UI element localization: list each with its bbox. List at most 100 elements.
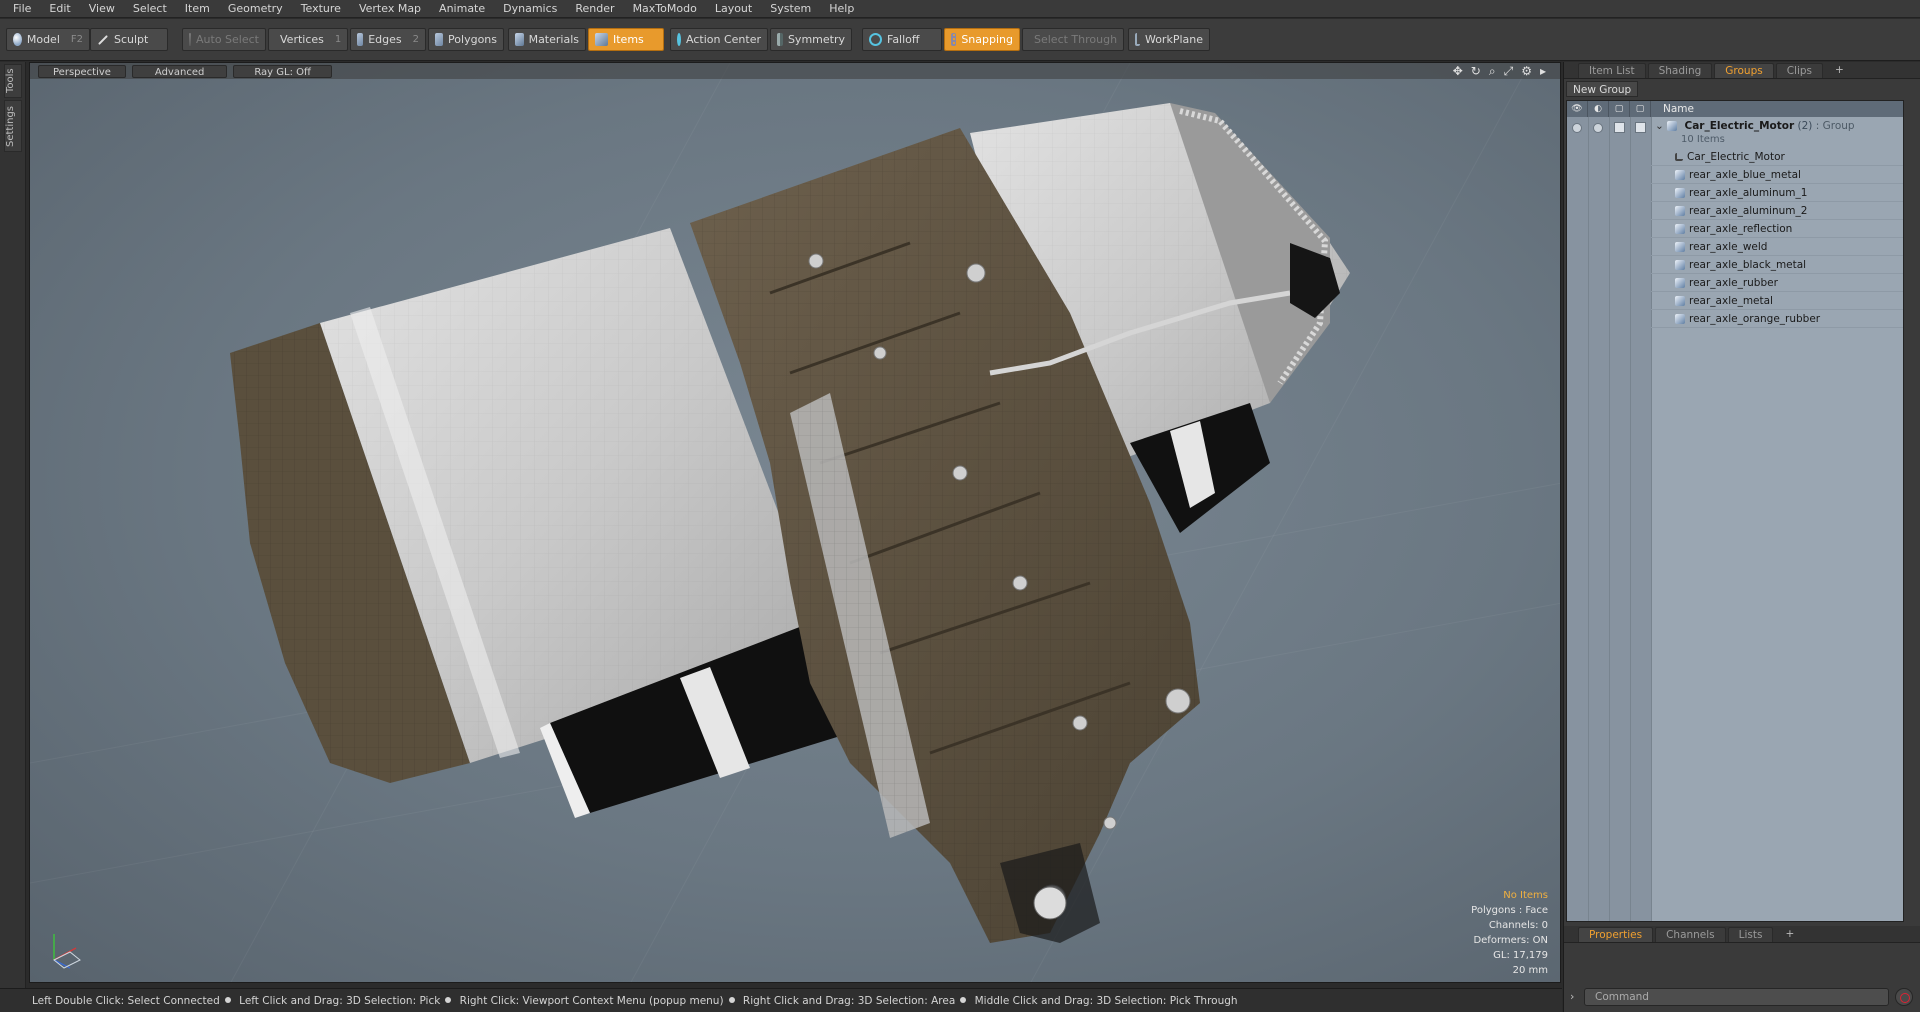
- list-item[interactable]: rear_axle_metal: [1651, 292, 1903, 310]
- menu-texture[interactable]: Texture: [292, 0, 350, 18]
- collapse-arrow-icon[interactable]: ⌄: [1651, 120, 1664, 132]
- item-label: rear_axle_blue_metal: [1689, 169, 1801, 181]
- eye-toggle-icon[interactable]: [1572, 123, 1582, 133]
- pan-icon[interactable]: ✥: [1453, 64, 1463, 79]
- rotate-icon[interactable]: ↻: [1471, 64, 1481, 79]
- action-center-button[interactable]: Action Center: [670, 28, 768, 51]
- edges-button[interactable]: Edges 2: [350, 28, 426, 51]
- add-tab-icon[interactable]: +: [1825, 63, 1854, 78]
- workplane-button[interactable]: WorkPlane: [1128, 28, 1210, 51]
- auto-select-button[interactable]: Auto Select: [182, 28, 266, 51]
- menu-select[interactable]: Select: [124, 0, 176, 18]
- add-tab-icon[interactable]: +: [1775, 927, 1804, 942]
- falloff-button[interactable]: Falloff: [862, 28, 942, 51]
- gear-icon[interactable]: ⚙: [1521, 64, 1532, 79]
- new-group-button[interactable]: New Group: [1566, 81, 1639, 97]
- zoom-icon[interactable]: ⌕: [1489, 64, 1496, 79]
- snapping-button[interactable]: Snapping: [944, 28, 1020, 51]
- symmetry-icon: [777, 33, 783, 46]
- list-item[interactable]: rear_axle_blue_metal: [1651, 166, 1903, 184]
- tools-tab[interactable]: Tools: [4, 64, 22, 98]
- tab-item-list[interactable]: Item List: [1578, 63, 1646, 78]
- select-checkbox[interactable]: [1635, 122, 1646, 133]
- settings-tab[interactable]: Settings: [4, 100, 22, 152]
- material-icon: [1675, 260, 1685, 270]
- symmetry-button[interactable]: Symmetry: [770, 28, 852, 51]
- vertices-shortcut: 1: [334, 34, 342, 45]
- edges-icon: [357, 33, 364, 46]
- vertices-button[interactable]: Vertices 1: [268, 28, 348, 51]
- auto-select-label: Auto Select: [196, 33, 259, 46]
- items-button[interactable]: Items: [588, 28, 664, 51]
- play-arrow-icon[interactable]: ▸: [1540, 64, 1546, 79]
- menu-layout[interactable]: Layout: [706, 0, 761, 18]
- lock-column-icon[interactable]: ▢: [1609, 101, 1630, 117]
- sculpt-mode-button[interactable]: Sculpt: [90, 28, 168, 51]
- tab-properties[interactable]: Properties: [1578, 927, 1654, 942]
- material-icon: [1675, 188, 1685, 198]
- tab-lists[interactable]: Lists: [1727, 927, 1774, 942]
- hint-pick: Left Click and Drag: 3D Selection: Pick: [239, 995, 441, 1007]
- command-history-button[interactable]: [1895, 988, 1913, 1006]
- model-mode-button[interactable]: Model F2: [6, 28, 90, 51]
- select-column-icon[interactable]: ▢: [1630, 101, 1651, 117]
- tab-shading[interactable]: Shading: [1647, 63, 1713, 78]
- menu-file[interactable]: File: [4, 0, 40, 18]
- list-item[interactable]: rear_axle_reflection: [1651, 220, 1903, 238]
- polygons-info: Polygons : Face: [1471, 905, 1548, 916]
- item-label: rear_axle_orange_rubber: [1689, 313, 1821, 325]
- name-column-header[interactable]: Name: [1651, 103, 1694, 115]
- symmetry-label: Symmetry: [787, 33, 845, 46]
- sphere-icon: [13, 33, 22, 46]
- menu-dynamics[interactable]: Dynamics: [494, 0, 566, 18]
- material-icon: [1675, 278, 1685, 288]
- maximize-icon[interactable]: ⤢: [1504, 64, 1514, 79]
- menu-render[interactable]: Render: [566, 0, 623, 18]
- lock-checkbox[interactable]: [1614, 122, 1625, 133]
- edges-shortcut: 2: [412, 34, 419, 45]
- materials-button[interactable]: Materials: [508, 28, 586, 51]
- list-item[interactable]: rear_axle_black_metal: [1651, 256, 1903, 274]
- item-label: rear_axle_weld: [1689, 241, 1768, 253]
- list-item[interactable]: rear_axle_aluminum_2: [1651, 202, 1903, 220]
- menu-view[interactable]: View: [80, 0, 124, 18]
- tab-clips[interactable]: Clips: [1775, 63, 1824, 78]
- material-icon: [1675, 224, 1685, 234]
- viewport-info-overlay: No Items Polygons : Face Channels: 0 Def…: [1471, 888, 1548, 978]
- workplane-icon: [1135, 33, 1140, 46]
- menu-help[interactable]: Help: [820, 0, 863, 18]
- menu-item[interactable]: Item: [176, 0, 219, 18]
- menu-geometry[interactable]: Geometry: [219, 0, 292, 18]
- group-row[interactable]: ⌄ Car_Electric_Motor (2) : Group 10 Item…: [1651, 117, 1903, 147]
- 3d-viewport[interactable]: Perspective Advanced Ray GL: Off ✥ ↻ ⌕ ⤢…: [29, 62, 1561, 983]
- menu-maxtomodo[interactable]: MaxToModo: [624, 0, 706, 18]
- render-column-icon[interactable]: ◐: [1588, 101, 1609, 117]
- model-label: Model: [26, 33, 60, 46]
- channels-info: Channels: 0: [1488, 920, 1548, 931]
- list-item[interactable]: rear_axle_rubber: [1651, 274, 1903, 292]
- list-item[interactable]: rear_axle_orange_rubber: [1651, 310, 1903, 328]
- view-mode-dropdown[interactable]: Perspective: [38, 64, 126, 78]
- polygons-button[interactable]: Polygons: [428, 28, 504, 51]
- list-item[interactable]: rear_axle_weld: [1651, 238, 1903, 256]
- visibility-column-icon[interactable]: 👁: [1567, 101, 1588, 117]
- item-label: Car_Electric_Motor: [1687, 151, 1785, 163]
- menu-edit[interactable]: Edit: [40, 0, 79, 18]
- menu-system[interactable]: System: [761, 0, 820, 18]
- tab-groups[interactable]: Groups: [1714, 63, 1774, 78]
- menu-bar: File Edit View Select Item Geometry Text…: [0, 0, 1920, 18]
- bullet-icon: [224, 997, 231, 1003]
- main-toolbar: Model F2 Sculpt Auto Select Vertices 1 E…: [0, 19, 1920, 61]
- render-toggle-icon[interactable]: [1593, 123, 1603, 133]
- menu-vertex-map[interactable]: Vertex Map: [350, 0, 430, 18]
- vertices-label: Vertices: [280, 33, 324, 46]
- select-through-button[interactable]: Select Through: [1022, 28, 1124, 51]
- menu-animate[interactable]: Animate: [430, 0, 494, 18]
- list-item[interactable]: Car_Electric_Motor: [1651, 148, 1903, 166]
- raygl-toggle[interactable]: Ray GL: Off: [233, 64, 332, 78]
- tab-channels[interactable]: Channels: [1655, 927, 1726, 942]
- shading-dropdown[interactable]: Advanced: [131, 64, 228, 78]
- command-input[interactable]: Command: [1584, 988, 1889, 1006]
- list-item[interactable]: rear_axle_aluminum_1: [1651, 184, 1903, 202]
- group-count: (2): [1797, 120, 1813, 132]
